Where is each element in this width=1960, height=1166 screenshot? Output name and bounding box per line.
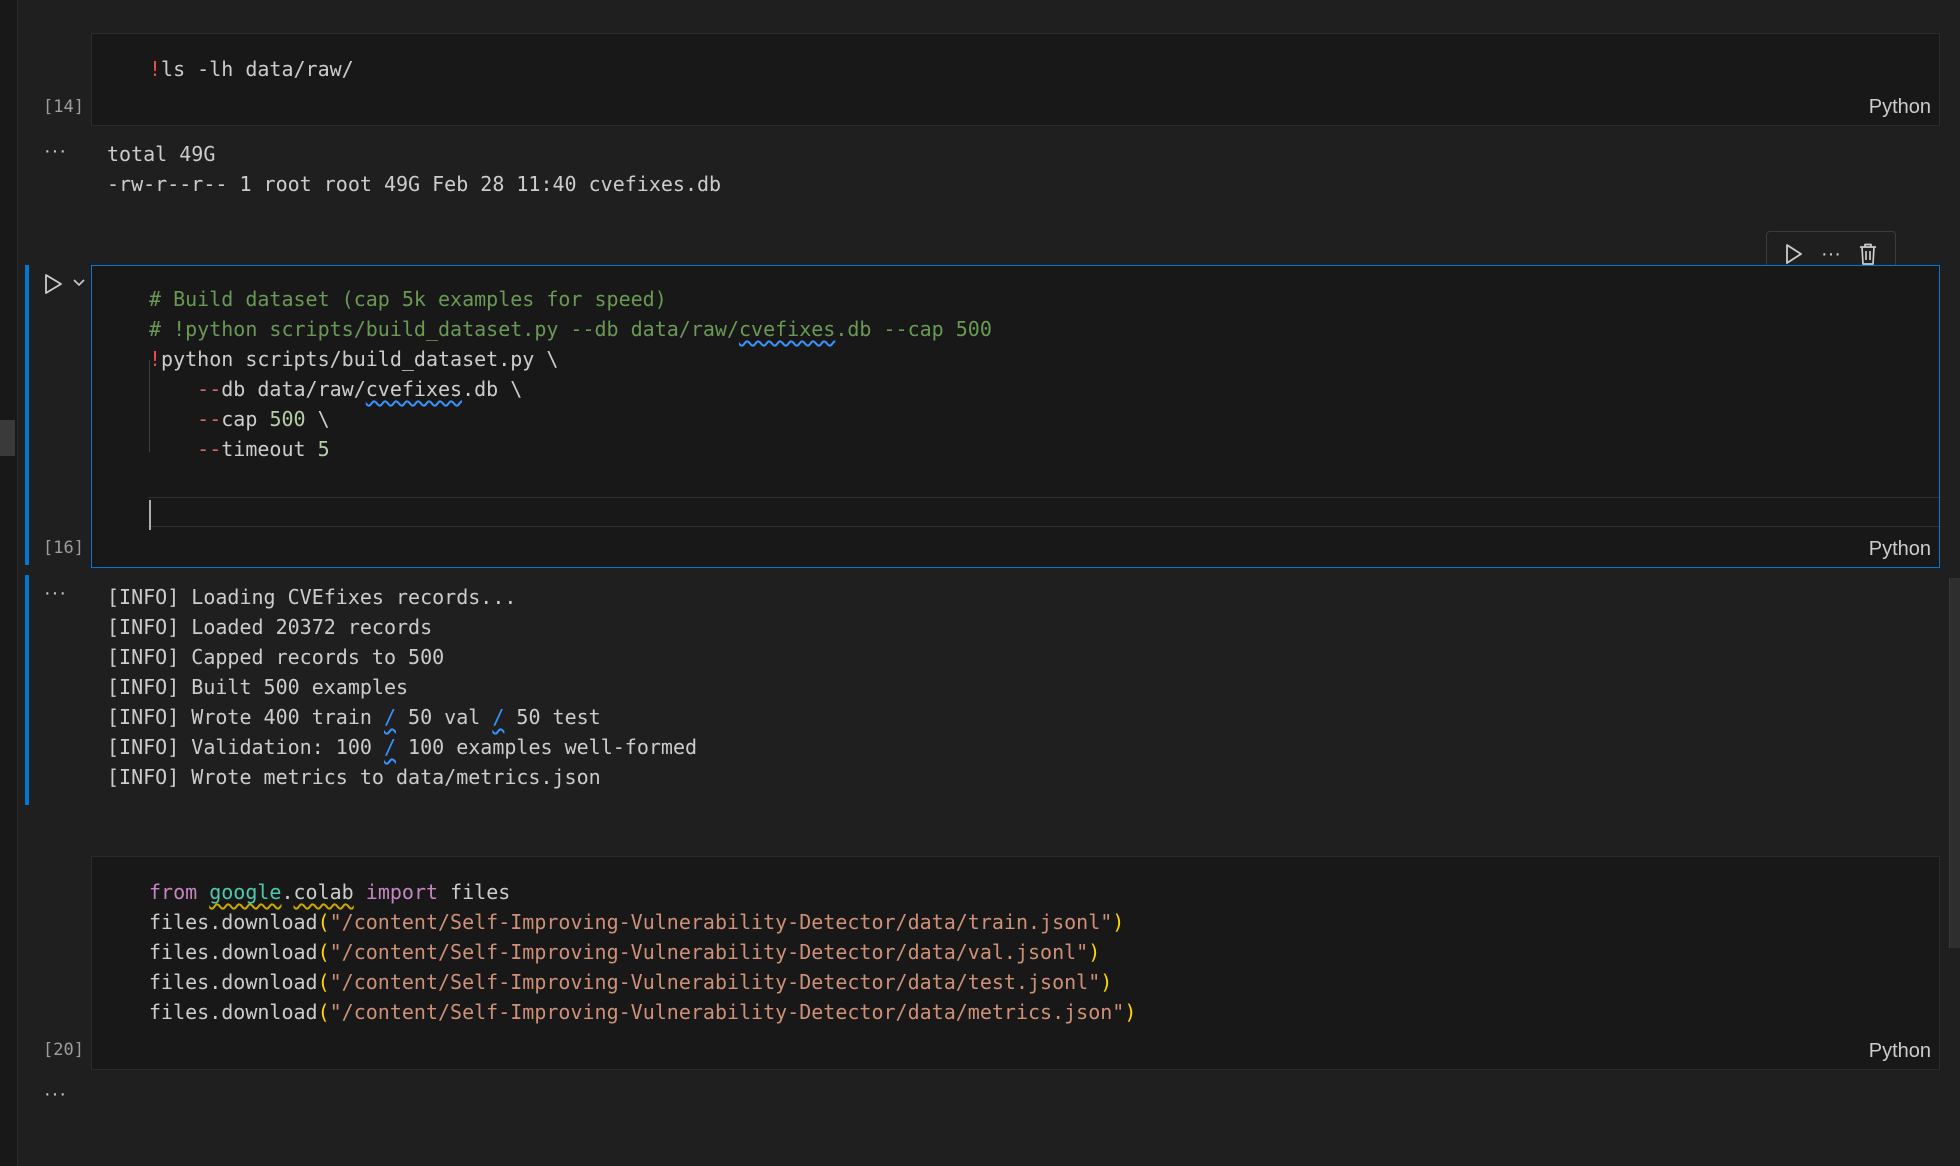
cell-3-exec-count: [20] <box>43 1040 84 1060</box>
output-link[interactable]: / <box>384 705 396 729</box>
shell-bang: ! <box>149 57 162 81</box>
code-line: --cap 500 \ <box>197 407 330 431</box>
output-line: [INFO] Capped records to 500 <box>107 645 445 669</box>
cell-1-output: total 49G -rw-r--r-- 1 root root 49G Feb … <box>107 139 721 199</box>
editor-left-strip <box>0 0 18 1166</box>
code-cell-1[interactable]: !ls -lh data/raw/ Python <box>91 33 1940 126</box>
output-line: [INFO] Wrote 400 train / 50 val / 50 tes… <box>107 705 601 729</box>
code-line: --db data/raw/cvefixes.db \ <box>197 377 523 401</box>
cell-2-code[interactable]: # Build dataset (cap 5k examples for spe… <box>149 284 992 464</box>
cell-2-language[interactable]: Python <box>1869 538 1931 561</box>
code-line: from google.colab import files <box>149 880 511 904</box>
output-line: [INFO] Loading CVEfixes records... <box>107 585 517 609</box>
shell-command: ls -lh data/raw/ <box>161 57 354 81</box>
cell-1-output-more[interactable]: ··· <box>44 140 67 163</box>
code-cell-2[interactable]: # Build dataset (cap 5k examples for spe… <box>91 265 1940 568</box>
more-actions-button[interactable]: ··· <box>1817 240 1845 268</box>
cell-3-code[interactable]: from google.colab import files files.down… <box>149 877 1136 1027</box>
code-line: files.download("/content/Self-Improving-… <box>149 940 1101 964</box>
output-link[interactable]: / <box>492 705 504 729</box>
output-line: [INFO] Loaded 20372 records <box>107 615 433 639</box>
vertical-scrollbar[interactable] <box>1949 578 1960 948</box>
code-line: # Build dataset (cap 5k examples for spe… <box>149 287 667 311</box>
code-line: files.download("/content/Self-Improving-… <box>149 970 1113 994</box>
output-link[interactable]: / <box>384 735 396 759</box>
code-line: files.download("/content/Self-Improving-… <box>149 1000 1137 1024</box>
output-line: [INFO] Wrote metrics to data/metrics.jso… <box>107 765 601 789</box>
code-line: !python scripts/build_dataset.py \ <box>149 347 559 371</box>
current-line-highlight <box>148 497 1939 527</box>
trash-icon <box>1860 243 1877 265</box>
output-line: -rw-r--r-- 1 root root 49G Feb 28 11:40 … <box>107 172 722 196</box>
code-line: # !python scripts/build_dataset.py --db … <box>149 317 992 341</box>
chevron-down-icon[interactable] <box>72 277 86 289</box>
cell-1-language[interactable]: Python <box>1869 96 1931 119</box>
delete-cell-button[interactable] <box>1854 240 1882 268</box>
text-cursor <box>149 500 151 530</box>
run-icon <box>1785 244 1802 264</box>
cell-2-output-more[interactable]: ··· <box>44 582 67 605</box>
output-line: [INFO] Built 500 examples <box>107 675 409 699</box>
cell-2-output: [INFO] Loading CVEfixes records... [INFO]… <box>107 582 697 792</box>
code-line: files.download("/content/Self-Improving-… <box>149 910 1125 934</box>
output-line: [INFO] Validation: 100 / 100 examples we… <box>107 735 698 759</box>
code-cell-3[interactable]: from google.colab import files files.down… <box>91 856 1940 1070</box>
cell-1-exec-count: [14] <box>43 97 84 117</box>
ellipsis-icon: ··· <box>1820 242 1841 265</box>
run-icon[interactable] <box>42 272 64 296</box>
cell-3-output-more[interactable]: ··· <box>44 1083 67 1106</box>
cell-3-language[interactable]: Python <box>1869 1040 1931 1063</box>
output-line: total 49G <box>107 142 216 166</box>
active-output-indicator <box>25 575 29 805</box>
cell-2-exec-count: [16] <box>43 538 84 558</box>
overview-ruler-mark <box>0 420 15 456</box>
code-line: --timeout 5 <box>197 437 330 461</box>
active-cell-indicator <box>25 265 29 565</box>
cell-1-code[interactable]: !ls -lh data/raw/ <box>149 54 354 84</box>
indent-guide <box>149 360 150 452</box>
run-cell-button[interactable] <box>1780 240 1808 268</box>
